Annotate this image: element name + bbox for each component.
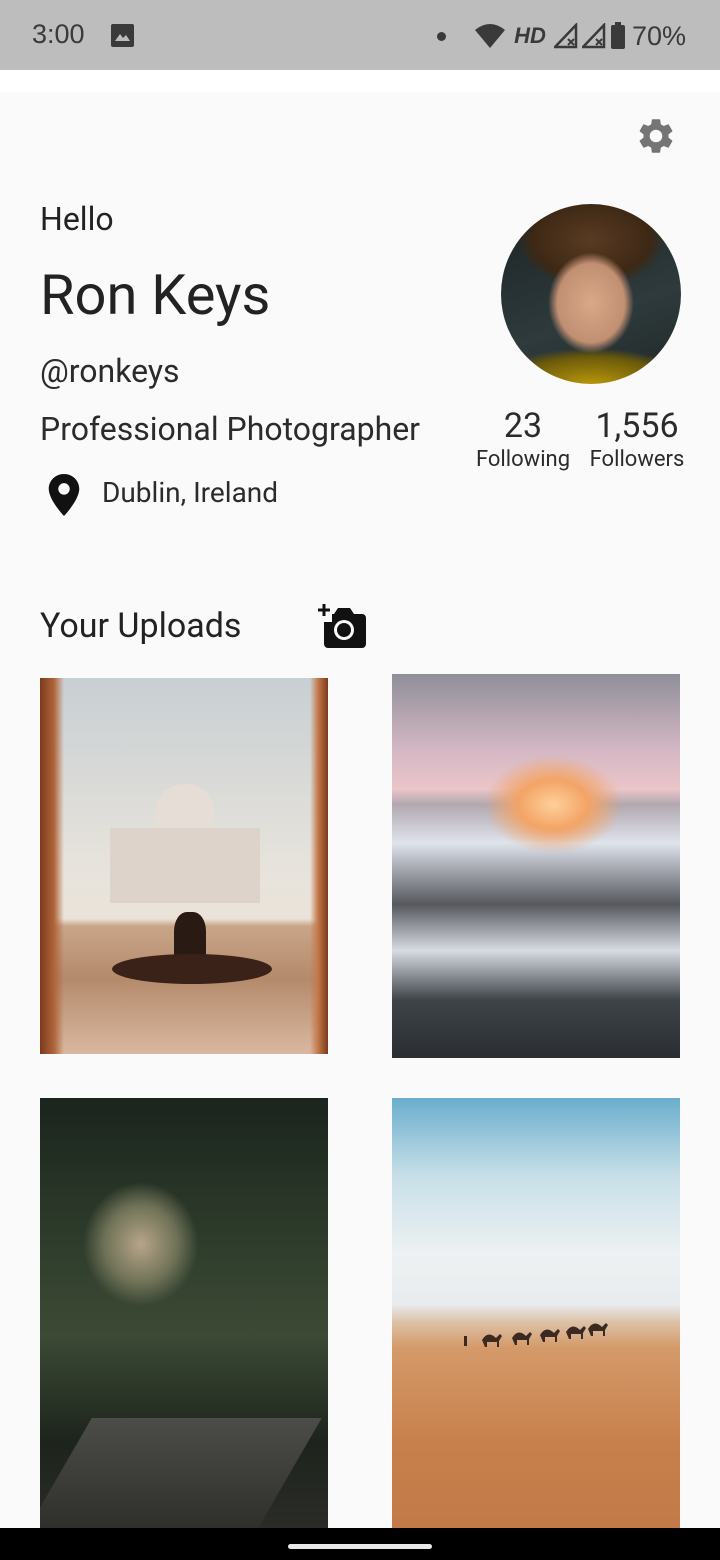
- desert-camels-photo[interactable]: [392, 1098, 680, 1528]
- add-photo-icon[interactable]: [318, 604, 366, 648]
- uploads-title: Your Uploads: [40, 606, 242, 646]
- taj-mahal-photo[interactable]: [40, 678, 328, 1054]
- followers-count: 1,556: [595, 406, 679, 446]
- signal-icon: [553, 23, 578, 49]
- snowy-forest-sunset-photo[interactable]: [392, 674, 680, 1058]
- following-label: Following: [475, 447, 571, 472]
- profile-title: Professional Photographer: [40, 410, 421, 448]
- image-notification-icon: [111, 24, 134, 47]
- location-pin-icon: [48, 474, 80, 516]
- gear-icon[interactable]: [635, 115, 677, 157]
- followers-label: Followers: [589, 447, 685, 472]
- status-bar: 3:00 HD 70%: [0, 0, 720, 70]
- greeting: Hello: [40, 200, 114, 238]
- wifi-icon: [475, 24, 506, 48]
- taj-dome: [156, 784, 214, 834]
- status-indicators: HD 70%: [474, 20, 686, 52]
- seated-person: [174, 912, 206, 960]
- forest-road-photo[interactable]: [40, 1098, 328, 1528]
- followers-stat[interactable]: 1,556 Followers: [582, 406, 692, 474]
- following-stat[interactable]: 23 Following: [468, 406, 578, 474]
- taj-building: [110, 828, 260, 903]
- notification-dot-icon: [437, 32, 446, 41]
- following-count: 23: [503, 406, 543, 446]
- road: [40, 1418, 322, 1528]
- signal-icon-2: [581, 23, 606, 49]
- rug: [112, 954, 272, 984]
- profile-name: Ron Keys: [40, 262, 271, 328]
- battery-percent: 70%: [631, 20, 686, 51]
- camel-caravan: [464, 1323, 608, 1347]
- avatar[interactable]: [501, 204, 681, 384]
- battery-icon: [610, 22, 625, 49]
- profile-handle: @ronkeys: [40, 352, 180, 390]
- network-type: HD: [514, 23, 546, 48]
- app-bar-spacer: [0, 70, 720, 92]
- profile-location: Dublin, Ireland: [102, 476, 279, 509]
- status-time: 3:00: [32, 19, 85, 49]
- home-gesture-handle[interactable]: [288, 1544, 432, 1549]
